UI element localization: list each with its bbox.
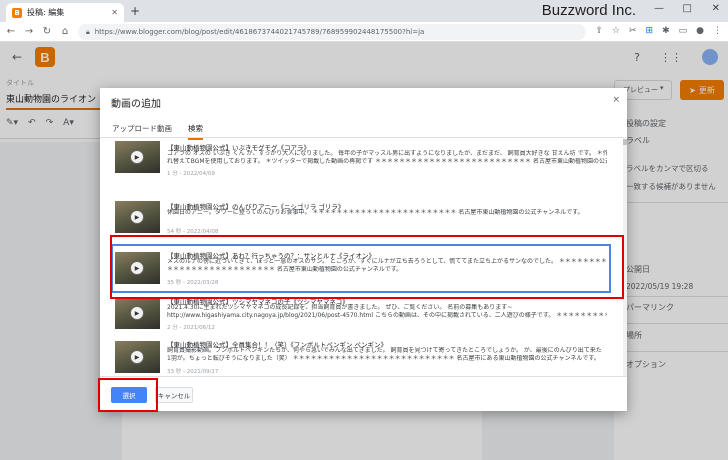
play-icon: ▶ — [130, 210, 144, 224]
dialog-tabs: アップロード動画 検索 — [100, 118, 627, 140]
puzzle-icon[interactable]: ✱ — [662, 26, 670, 36]
desc-line: 休園日のアニー。タワーに登ってのんびりお食事中。 ＊＊＊＊＊＊＊＊＊＊＊＊＊＊＊… — [167, 209, 584, 216]
video-thumbnail[interactable]: ▶ — [115, 252, 160, 284]
select-button[interactable]: 選択 — [111, 387, 147, 403]
browser-toolbar: ← → ↻ ⌂ 🔒︎ https://www.blogger.com/blog/… — [0, 22, 728, 42]
url-text: https://www.blogger.com/blog/post/edit/4… — [94, 28, 425, 36]
forward-arrow-icon[interactable]: → — [22, 26, 36, 37]
close-icon[interactable]: × — [612, 95, 620, 105]
close-window-button[interactable]: ✕ — [712, 3, 720, 14]
video-thumbnail[interactable]: ▶ — [115, 141, 160, 173]
minimize-button[interactable]: — — [654, 3, 664, 14]
sidepanel-icon[interactable]: ▭ — [679, 26, 688, 36]
share-icon[interactable]: ⇪ — [595, 26, 603, 36]
home-icon[interactable]: ⌂ — [58, 26, 72, 37]
video-results-list[interactable]: ▶ 【東山動植物園公式】いぶきモグモグ《コアラ》 コアラの オスの いぶき くん… — [100, 139, 627, 376]
desc-line: 飼育員撮影動画。フンボルトペンギンたちが、何やら急いでみんな出てきました。 飼育… — [167, 347, 602, 354]
desc-line: れ替えてBGMを使用しております。 ＊ツイッターで掲載した動画の再掲です ＊＊＊… — [167, 158, 607, 166]
video-thumbnail[interactable]: ▶ — [115, 201, 160, 233]
play-icon: ▶ — [130, 261, 144, 275]
video-meta: 33 秒 - 2021/09/17 — [167, 369, 219, 375]
menu-kebab-icon[interactable]: ⋮ — [713, 26, 722, 36]
divider — [100, 376, 627, 377]
cancel-button[interactable]: キャンセル — [155, 387, 193, 403]
new-tab-button[interactable]: + — [130, 4, 140, 18]
video-description: 飼育員撮影動画。フンボルトペンギンたちが、何やら急いでみんな出てきました。 飼育… — [167, 347, 607, 363]
play-icon: ▶ — [130, 150, 144, 164]
profile-icon[interactable]: ● — [696, 26, 704, 36]
maximize-button[interactable]: □ — [683, 3, 692, 14]
translate-icon[interactable]: ⊞ — [646, 26, 654, 36]
extension-icon[interactable]: ✂ — [629, 26, 637, 36]
video-meta: 1 分 - 2022/04/09 — [167, 171, 215, 177]
tab-search[interactable]: 検索 — [188, 123, 203, 140]
play-icon: ▶ — [130, 306, 144, 320]
brand-watermark: Buzzword Inc. — [541, 2, 636, 19]
video-thumbnail[interactable]: ▶ — [115, 297, 160, 329]
video-description: メスのルナの傍に近づいてきて、ほっと一息のオスのサン。 ところが、すぐにルナが立… — [167, 258, 607, 274]
video-thumbnail[interactable]: ▶ — [115, 341, 160, 373]
video-description: 休園日のアニー。タワーに登ってのんびりお食事中。 ＊＊＊＊＊＊＊＊＊＊＊＊＊＊＊… — [167, 209, 607, 217]
back-arrow-icon[interactable]: ← — [4, 26, 18, 37]
bookmark-star-icon[interactable]: ☆ — [612, 26, 620, 36]
address-bar[interactable]: 🔒︎ https://www.blogger.com/blog/post/edi… — [78, 24, 586, 40]
dialog-title: 動画の追加 — [111, 99, 161, 110]
video-meta: 2 分 - 2021/06/12 — [167, 325, 215, 331]
desc-line: コアラの オスの いぶき くん が、すっかり大人になりました。 毎年の子がマッス… — [167, 150, 607, 157]
desc-line: ＊＊＊＊＊＊＊＊＊＊＊＊＊＊＊＊＊＊ 名古屋市東山動植物園の公式チャンネルです。 — [167, 266, 403, 274]
desc-line: メスのルナの傍に近づいてきて、ほっと一息のオスのサン。 ところが、すぐにルナが立… — [167, 258, 607, 265]
play-icon: ▶ — [130, 350, 144, 364]
list-item[interactable]: ▶ 【東山動植物園公式】のんびりアニー《ニシゴリラ ゴリラ》 休園日のアニー。タ… — [113, 185, 609, 235]
reload-icon[interactable]: ↻ — [40, 26, 54, 37]
browser-tab[interactable]: B 投稿: 編集 ✕ — [6, 3, 124, 22]
desc-line: 1羽が。ちょっと転びそうになりました（笑） ＊＊＊＊＊＊＊＊＊＊＊＊＊＊＊＊＊＊… — [167, 355, 600, 363]
scrollbar-thumb[interactable] — [623, 139, 627, 145]
list-item-selected[interactable]: ▶ 【東山動植物園公式】あれ？行っちゃうの？：サンとルナ《ライオン》 メスのルナ… — [111, 244, 611, 293]
tab-title: 投稿: 編集 — [27, 8, 65, 17]
list-item[interactable]: ▶ 【東山動植物園公式】いぶきモグモグ《コアラ》 コアラの オスの いぶき くん… — [113, 139, 609, 187]
scrollbar[interactable] — [623, 139, 627, 376]
lock-icon: 🔒︎ — [86, 27, 90, 36]
video-meta: 35 秒 - 2022/03/28 — [167, 280, 219, 286]
desc-line: http://www.higashiyama.city.nagoya.jp/bl… — [167, 312, 607, 320]
list-item[interactable]: ▶ 【東山動植物園公式】全員集合！！（笑）《フンボルトペンギン ペンギン》 飼育… — [113, 335, 609, 376]
video-meta: 54 秒 - 2022/04/08 — [167, 229, 219, 235]
tab-upload[interactable]: アップロード動画 — [112, 123, 172, 134]
video-description: 2021.4.30に生まれたツシマヤマネコの成長記録を、担当飼育員が書きました。… — [167, 304, 607, 320]
video-description: コアラの オスの いぶき くん が、すっかり大人になりました。 毎年の子がマッス… — [167, 150, 607, 166]
blogger-favicon-icon: B — [12, 7, 22, 18]
desc-line: 2021.4.30に生まれたツシマヤマネコの成長記録を、担当飼育員が書きました。… — [167, 304, 513, 311]
tab-close-icon[interactable]: ✕ — [111, 8, 118, 17]
browser-tabstrip: B 投稿: 編集 ✕ + Buzzword Inc. — □ ✕ — [0, 0, 728, 22]
add-video-dialog: 動画の追加 × アップロード動画 検索 ▶ 【東山動植物園公式】いぶきモグモグ《… — [100, 88, 627, 411]
